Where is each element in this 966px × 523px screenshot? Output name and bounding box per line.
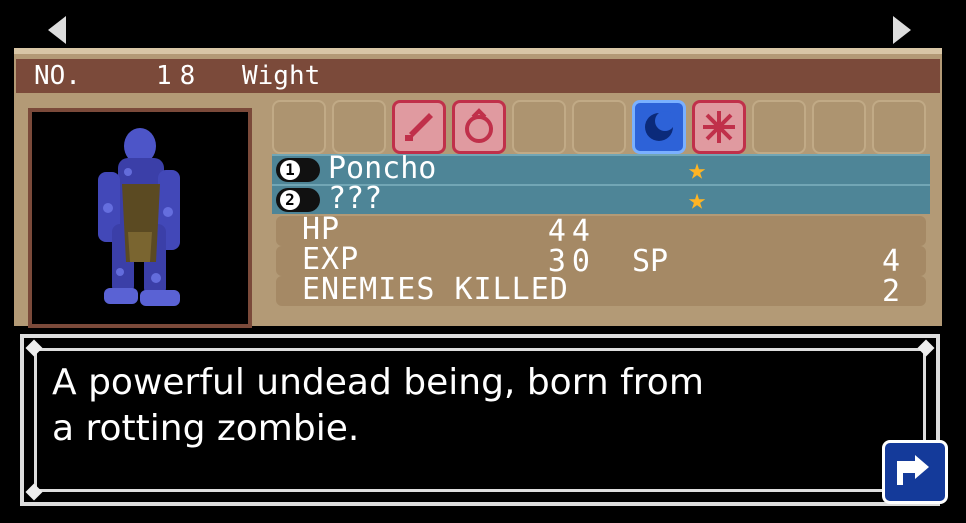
number-label: NO. xyxy=(34,61,81,91)
wight-sprite xyxy=(98,128,180,306)
empty-slot-icon xyxy=(272,100,326,154)
empty-slot-icon xyxy=(752,100,806,154)
entry-header: NO. 18 Wight xyxy=(16,59,940,93)
moon-icon xyxy=(632,100,686,154)
soul-name: ??? xyxy=(328,181,383,216)
soul-slot-number: 1 xyxy=(280,160,300,180)
entry-number: 18 xyxy=(156,61,204,91)
hp-stat: HP 44 xyxy=(276,214,926,248)
sp-label: SP xyxy=(632,244,669,279)
soul-slot-number: 2 xyxy=(280,190,300,210)
empty-slot-icon xyxy=(332,100,386,154)
star-icon: ★ xyxy=(688,152,707,187)
return-button[interactable] xyxy=(882,440,948,504)
enemies-killed-value: 2 xyxy=(881,274,900,309)
enemy-name: Wight xyxy=(242,61,321,91)
star-icon: ★ xyxy=(688,182,707,217)
enemy-description: A powerful undead being, born from a rot… xyxy=(52,362,704,449)
empty-slot-icon xyxy=(872,100,926,154)
holy-icon xyxy=(692,100,746,154)
return-arrow-icon xyxy=(897,455,929,485)
sword-icon xyxy=(392,100,446,154)
previous-entry-arrow-icon[interactable] xyxy=(48,16,66,44)
soul-slot-badge: 1 xyxy=(276,158,320,182)
empty-slot-icon xyxy=(512,100,566,154)
enemies-killed-label: ENEMIES KILLED xyxy=(302,272,569,307)
empty-slot-icon xyxy=(812,100,866,154)
soul-row-1[interactable]: 1 Poncho ★ xyxy=(272,152,930,187)
enemy-portrait xyxy=(28,108,252,328)
bestiary-panel: NO. 18 Wight 1 Poncho ★ 2 ??? ★ HP 44 EX… xyxy=(14,48,942,328)
soul-slot-badge: 2 xyxy=(276,188,320,212)
enemies-killed-stat: ENEMIES KILLED 2 xyxy=(276,272,926,309)
description-box: A powerful undead being, born from a rot… xyxy=(20,334,940,506)
next-entry-arrow-icon[interactable] xyxy=(893,16,911,44)
soul-row-2[interactable]: 2 ??? ★ xyxy=(272,181,930,217)
empty-slot-icon xyxy=(572,100,626,154)
strike-icon xyxy=(452,100,506,154)
